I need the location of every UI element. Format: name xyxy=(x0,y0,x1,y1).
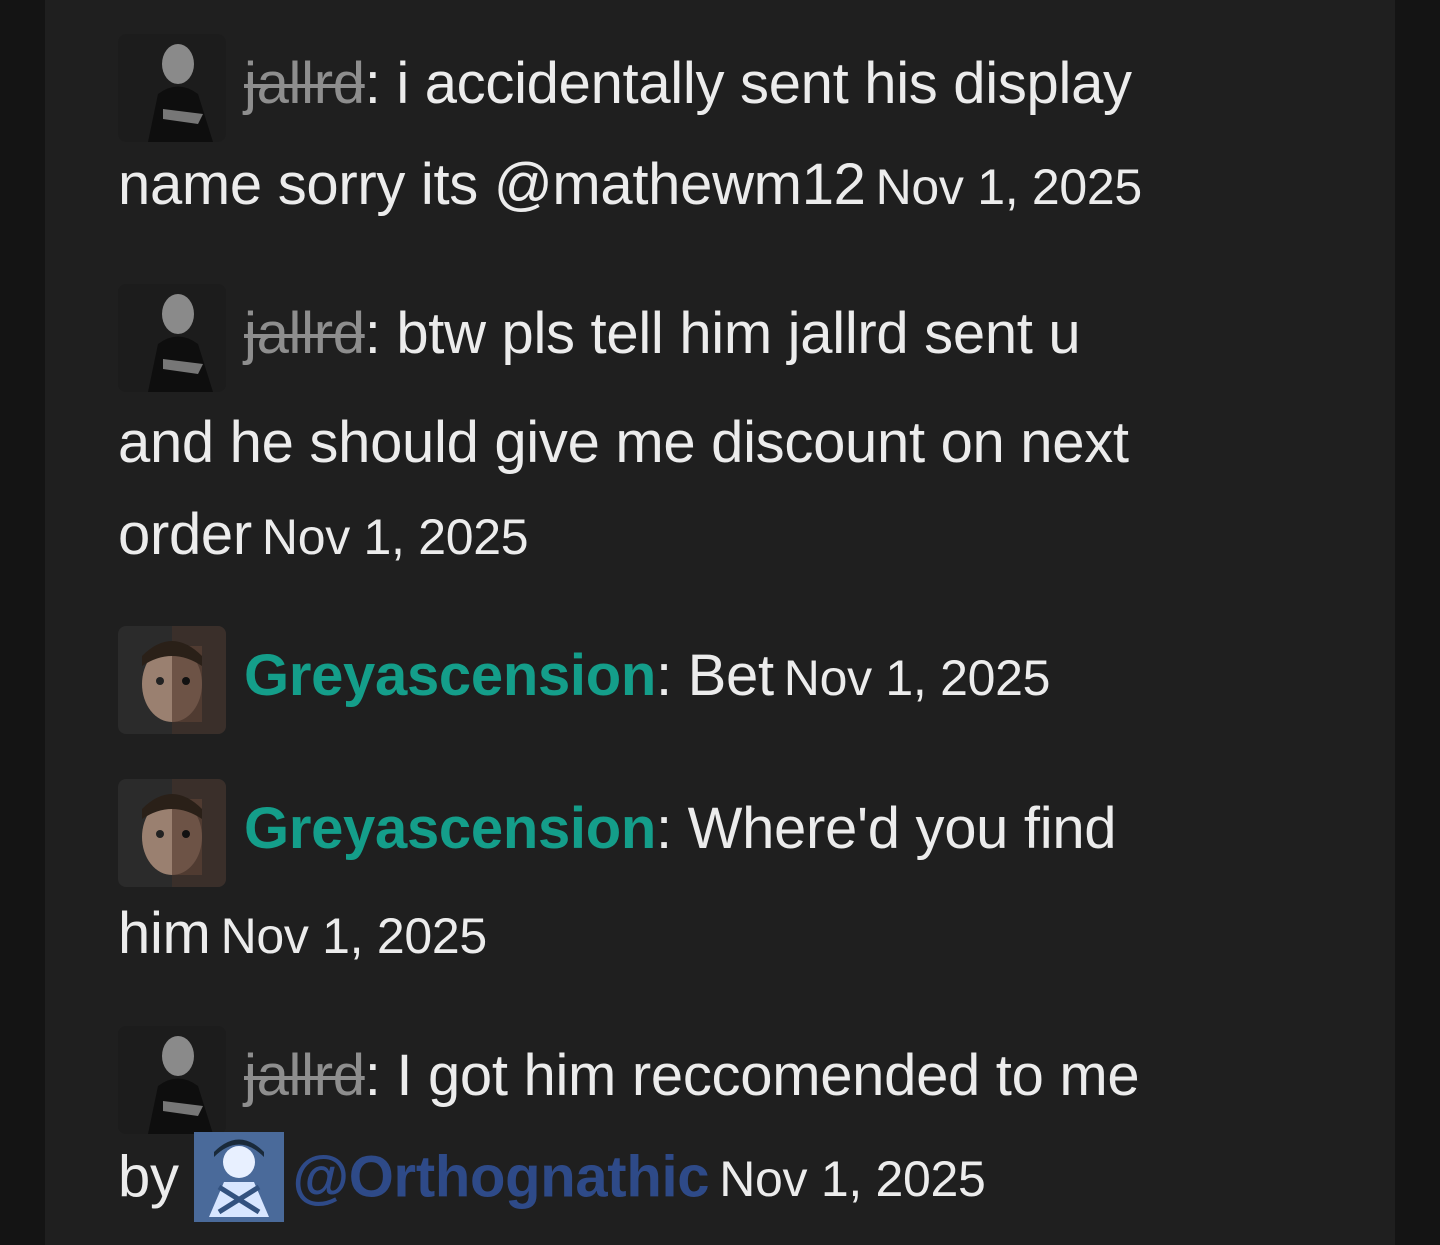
mention-link[interactable]: @Orthognathic xyxy=(292,1144,709,1209)
username[interactable]: jallrd xyxy=(244,1043,365,1108)
jallrd-avatar-icon[interactable] xyxy=(118,283,226,392)
chat-message: jallrd: btw pls tell him jallrd sent u a… xyxy=(118,280,1318,564)
message-text-part: I got him reccomended to me xyxy=(396,1043,1140,1108)
username[interactable]: Greyascension xyxy=(244,796,656,861)
chat-message: jallrd: I got him reccomended to me by @… xyxy=(118,1022,1318,1226)
username[interactable]: jallrd xyxy=(244,301,365,366)
message-text-part: name sorry its @mathewm12 xyxy=(118,151,866,217)
greyascension-avatar-icon[interactable] xyxy=(118,625,226,734)
chat-message: Greyascension: Bet Nov 1, 2025 xyxy=(118,622,1318,734)
timestamp: Nov 1, 2025 xyxy=(220,907,488,964)
message-text-part: order xyxy=(118,501,252,567)
message-text-part: Where'd you find xyxy=(687,796,1117,861)
message-text-part: by xyxy=(118,1144,195,1209)
timestamp: Nov 1, 2025 xyxy=(719,1151,986,1207)
timestamp: Nov 1, 2025 xyxy=(875,158,1143,215)
message-text-part: him xyxy=(118,900,211,966)
username[interactable]: jallrd xyxy=(244,51,365,116)
timestamp: Nov 1, 2025 xyxy=(261,508,529,565)
jallrd-avatar-icon[interactable] xyxy=(118,33,226,142)
chat-message: Greyascension: Where'd you find him Nov 1… xyxy=(118,775,1318,963)
message-text: Bet xyxy=(687,643,774,708)
message-text-part: and he should give me discount on next xyxy=(118,409,1129,475)
jallrd-avatar-icon[interactable] xyxy=(118,1025,226,1134)
timestamp: Nov 1, 2025 xyxy=(783,650,1051,706)
message-text-part: btw pls tell him jallrd sent u xyxy=(396,301,1081,366)
message-text-part: i accidentally sent his display xyxy=(396,51,1132,116)
username[interactable]: Greyascension xyxy=(244,643,656,708)
greyascension-avatar-icon[interactable] xyxy=(118,778,226,887)
orthognathic-avatar-icon[interactable] xyxy=(194,1131,285,1222)
chat-message: jallrd: i accidentally sent his display … xyxy=(118,30,1318,214)
